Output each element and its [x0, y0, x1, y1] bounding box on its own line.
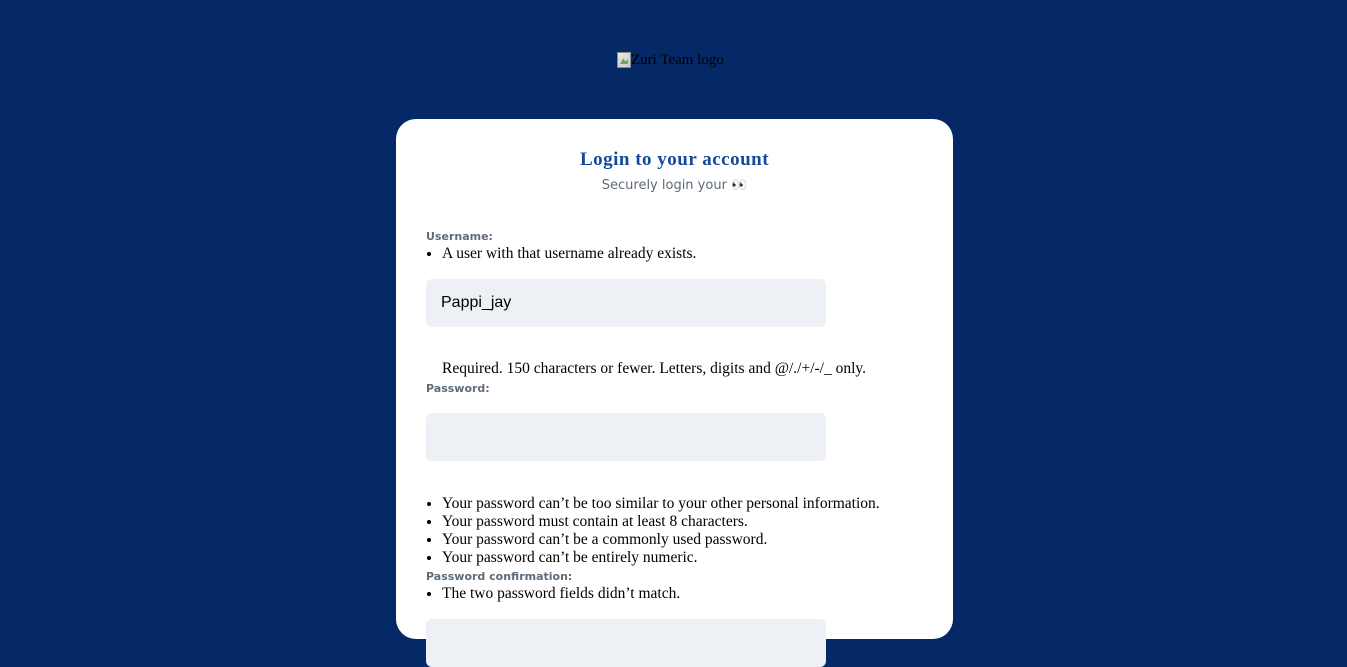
- username-label: Username:: [426, 230, 493, 243]
- page-title: Login to your account: [579, 149, 770, 170]
- username-input[interactable]: [426, 279, 826, 327]
- broken-image-icon: [617, 52, 631, 68]
- username-error-list: A user with that username already exists…: [426, 245, 696, 263]
- logo-alt-text: Zuri Team logo: [631, 52, 724, 68]
- username-error: A user with that username already exists…: [442, 245, 696, 263]
- login-card: Login to your account Securely login you…: [396, 119, 953, 667]
- password-help-item: Your password must contain at least 8 ch…: [442, 513, 880, 531]
- password-help-item: Your password can’t be too similar to yo…: [442, 495, 880, 513]
- logo: Zuri Team logo: [617, 51, 724, 69]
- password-help-item: Your password can’t be a commonly used p…: [442, 531, 880, 549]
- password-help-list: Your password can’t be too similar to yo…: [426, 495, 880, 567]
- password-confirmation-error-list: The two password fields didn’t match.: [426, 585, 680, 603]
- password-label: Password:: [426, 382, 490, 395]
- page-subtitle: Securely login your 👀: [601, 178, 748, 193]
- password-input[interactable]: [426, 413, 826, 461]
- password-help-item: Your password can’t be entirely numeric.: [442, 549, 880, 567]
- password-confirmation-input[interactable]: [426, 619, 826, 667]
- username-helptext: Required. 150 characters or fewer. Lette…: [442, 360, 867, 377]
- password-confirmation-label: Password confirmation:: [426, 570, 573, 583]
- password-confirmation-error: The two password fields didn’t match.: [442, 585, 680, 603]
